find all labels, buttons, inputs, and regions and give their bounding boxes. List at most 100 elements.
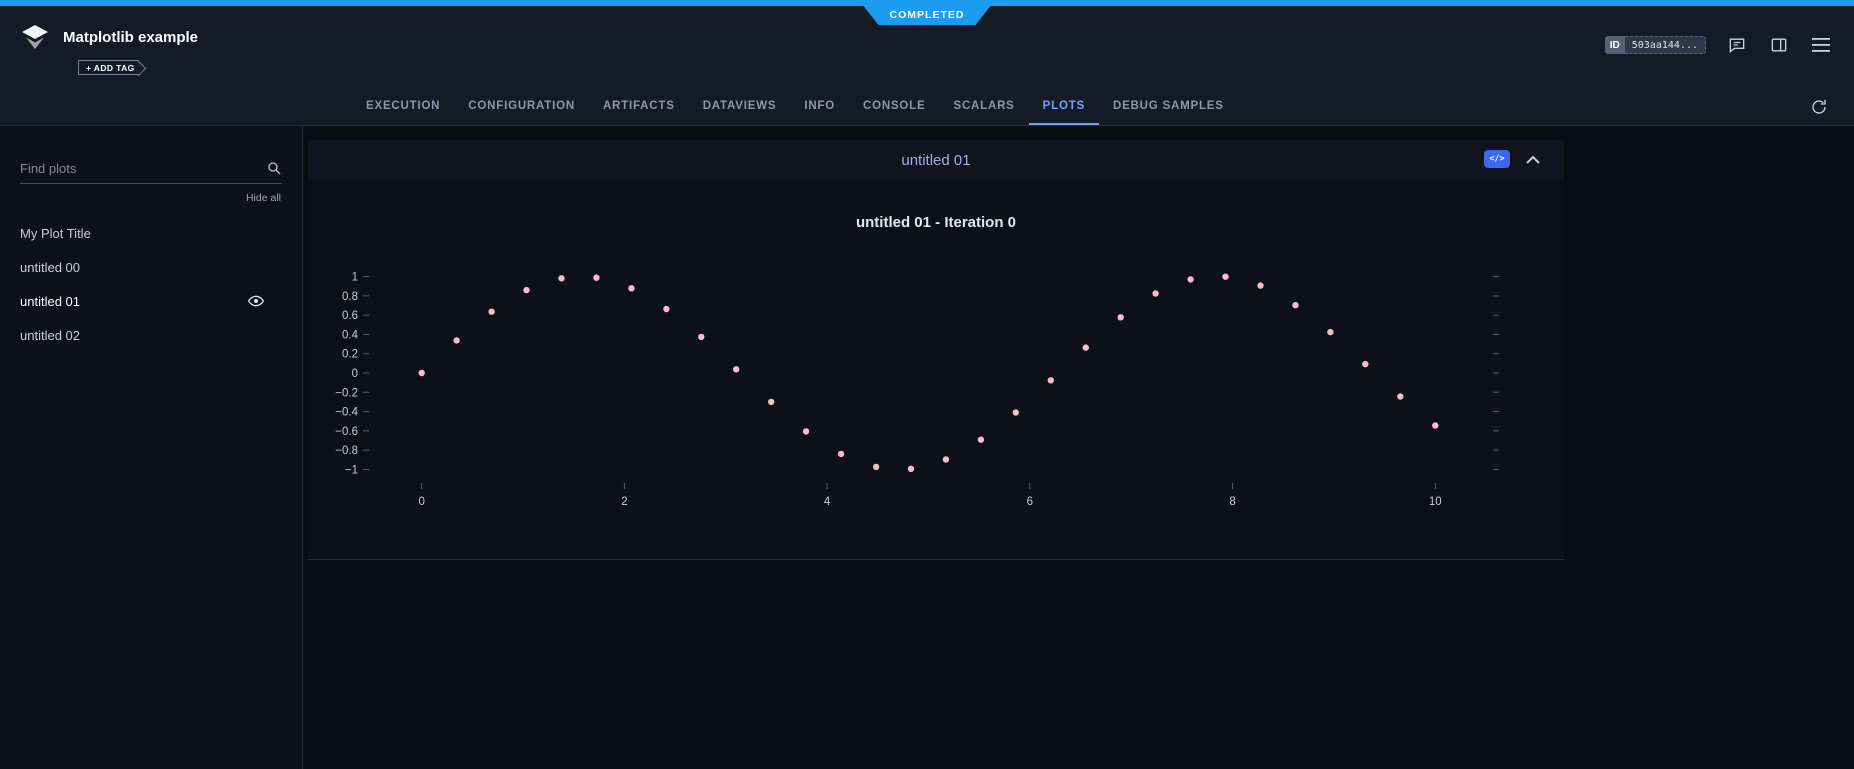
y-tick-label: −0.4 <box>335 407 358 419</box>
tab-list: EXECUTIONCONFIGURATIONARTIFACTSDATAVIEWS… <box>352 88 1238 125</box>
data-point <box>873 464 879 470</box>
data-point <box>593 275 599 281</box>
x-tick-label: 8 <box>1229 496 1235 508</box>
y-tick-label: 0.2 <box>342 349 358 361</box>
hide-all-link[interactable]: Hide all <box>0 192 281 204</box>
data-point <box>838 451 844 457</box>
sidebar-item-untitled-01[interactable]: untitled 01 <box>0 284 302 318</box>
data-point <box>628 285 634 291</box>
y-tick-label: −0.8 <box>335 445 358 457</box>
data-point <box>698 334 704 340</box>
tab-console[interactable]: CONSOLE <box>849 88 939 125</box>
data-point <box>453 337 459 343</box>
data-point <box>1083 344 1089 350</box>
data-point <box>1327 329 1333 335</box>
data-point <box>1292 302 1298 308</box>
search-icon[interactable] <box>266 160 282 176</box>
data-point <box>978 437 984 443</box>
y-tick-label: 1 <box>352 272 358 284</box>
tab-bar: EXECUTIONCONFIGURATIONARTIFACTSDATAVIEWS… <box>0 88 1854 126</box>
search-input[interactable] <box>20 161 266 176</box>
embed-code-button[interactable]: </> <box>1484 150 1510 168</box>
y-tick-label: −1 <box>345 464 358 476</box>
data-point <box>488 309 494 315</box>
data-point <box>663 306 669 312</box>
comment-icon <box>1727 35 1747 55</box>
data-point <box>1152 290 1158 296</box>
code-icon: </> <box>1489 154 1504 164</box>
data-point <box>1222 274 1228 280</box>
plot-search <box>20 160 282 184</box>
data-point <box>1257 282 1263 288</box>
eye-icon[interactable] <box>248 295 264 307</box>
accent-top-strip <box>0 0 1854 6</box>
data-point <box>1118 314 1124 320</box>
chevron-up-icon <box>1526 155 1540 164</box>
app-logo-icon[interactable] <box>20 24 50 50</box>
id-chip-value: 503aa144... <box>1625 36 1706 54</box>
menu-button[interactable] <box>1810 34 1832 56</box>
tab-debug-samples[interactable]: DEBUG SAMPLES <box>1099 88 1238 125</box>
side-panel-icon <box>1769 35 1789 55</box>
x-tick-label: 4 <box>824 496 831 508</box>
y-tick-label: 0 <box>352 368 358 380</box>
chart-title: untitled 01 - Iteration 0 <box>308 214 1564 231</box>
plot-item-label: untitled 02 <box>20 328 80 343</box>
id-chip-label: ID <box>1605 36 1625 54</box>
collapse-button[interactable] <box>1524 150 1542 168</box>
plot-card-actions: </> <box>1484 150 1542 168</box>
data-point <box>558 275 564 281</box>
x-tick-label: 10 <box>1429 496 1442 508</box>
auto-refresh-button[interactable] <box>1808 96 1830 118</box>
header-right: ID 503aa144... <box>1605 34 1832 56</box>
experiment-id-chip[interactable]: ID 503aa144... <box>1605 36 1706 54</box>
tab-plots[interactable]: PLOTS <box>1029 88 1099 125</box>
y-tick-label: 0.6 <box>342 310 358 322</box>
side-panel-toggle-button[interactable] <box>1768 34 1790 56</box>
sidebar-item-untitled-00[interactable]: untitled 00 <box>0 250 302 284</box>
tab-info[interactable]: INFO <box>790 88 849 125</box>
comments-button[interactable] <box>1726 34 1748 56</box>
sidebar-item-untitled-02[interactable]: untitled 02 <box>0 318 302 352</box>
x-tick-label: 2 <box>621 496 627 508</box>
data-point <box>1397 393 1403 399</box>
data-point <box>1187 276 1193 282</box>
data-point <box>908 466 914 472</box>
hamburger-menu-icon <box>1812 38 1830 52</box>
tab-execution[interactable]: EXECUTION <box>352 88 454 125</box>
plots-sidebar: Hide all My Plot Title untitled 00 untitle… <box>0 126 303 769</box>
plot-canvas[interactable]: −1−0.8−0.6−0.4−0.200.20.40.60.810246810 <box>308 240 1558 530</box>
y-tick-label: 0.8 <box>342 291 358 303</box>
plot-list: My Plot Title untitled 00 untitled 01 untit… <box>0 216 302 352</box>
plot-item-label: untitled 00 <box>20 260 80 275</box>
tab-configuration[interactable]: CONFIGURATION <box>454 88 589 125</box>
data-point <box>523 287 529 293</box>
plot-card-title: untitled 01 <box>308 140 1564 180</box>
data-point <box>419 370 425 376</box>
data-point <box>1013 409 1019 415</box>
sidebar-item-my-plot-title[interactable]: My Plot Title <box>0 216 302 250</box>
y-tick-label: −0.2 <box>335 387 358 399</box>
plot-item-label: My Plot Title <box>20 226 91 241</box>
refresh-icon <box>1810 98 1828 116</box>
main-content: untitled 01 </> untitled 01 - Iteration … <box>304 126 1854 769</box>
experiment-title: Matplotlib example <box>63 29 198 46</box>
data-point <box>733 366 739 372</box>
y-tick-label: −0.6 <box>335 426 358 438</box>
x-tick-label: 6 <box>1027 496 1033 508</box>
header-left: Matplotlib example <box>20 24 198 50</box>
data-point <box>1048 377 1054 383</box>
x-tick-label: 0 <box>418 496 424 508</box>
status-badge: COMPLETED <box>864 6 991 25</box>
tab-artifacts[interactable]: ARTIFACTS <box>589 88 689 125</box>
data-point <box>803 428 809 434</box>
plot-card: untitled 01 </> untitled 01 - Iteration … <box>308 140 1564 560</box>
tab-scalars[interactable]: SCALARS <box>939 88 1028 125</box>
plot-card-header: untitled 01 </> <box>308 140 1564 180</box>
add-tag-button[interactable]: + ADD TAG <box>78 60 139 75</box>
tab-dataviews[interactable]: DATAVIEWS <box>689 88 791 125</box>
y-tick-label: 0.4 <box>342 329 359 341</box>
plot-item-label: untitled 01 <box>20 294 80 309</box>
data-point <box>1362 361 1368 367</box>
data-point <box>943 456 949 462</box>
